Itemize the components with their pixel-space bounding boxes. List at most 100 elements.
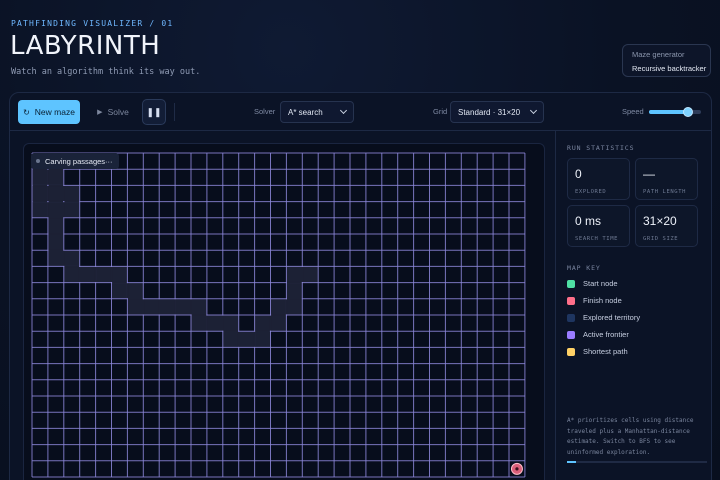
page-title: LABYRINTH	[10, 31, 161, 61]
grid-label: Grid	[433, 107, 448, 116]
carved-cell	[254, 331, 271, 348]
chevron-down-icon	[339, 106, 348, 115]
key-label: Start node	[583, 279, 618, 288]
key-swatch	[567, 279, 575, 288]
carved-cell	[47, 217, 64, 234]
stat-search-time: 0 ms SEARCH TIME	[567, 205, 630, 247]
maze-generator-card: Maze generator Recursive backtracker	[622, 44, 711, 77]
carved-cell	[79, 266, 96, 283]
carved-cell	[191, 298, 207, 315]
carved-cell	[95, 266, 112, 283]
solve-label: Solve	[107, 107, 129, 117]
key-finish-node: Finish node	[567, 296, 622, 305]
carved-cell	[47, 234, 64, 251]
solver-label: Solver	[254, 107, 276, 116]
carved-cell	[63, 266, 80, 283]
speed-slider-thumb[interactable]	[683, 107, 693, 117]
chevron-down-icon	[529, 106, 538, 115]
new-maze-button[interactable]: ↻ New maze	[18, 100, 80, 124]
speed-label: Speed	[622, 107, 644, 116]
stat-path-length: — PATH LENGTH	[635, 158, 698, 200]
visualizer-panel: ↻ New maze ▶ Solve ❚❚ Solver A* search G…	[9, 92, 712, 480]
stat-explored-label: EXPLORED	[575, 189, 607, 195]
key-active-frontier: Active frontier	[567, 330, 629, 339]
status-dot-icon	[36, 159, 40, 163]
carved-cell	[143, 298, 160, 315]
toolbar: ↻ New maze ▶ Solve ❚❚ Solver A* search G…	[10, 93, 711, 131]
grid-value: Standard · 31×20	[458, 107, 521, 117]
new-maze-label: New maze	[34, 107, 75, 117]
map-key-heading: MAP KEY	[567, 264, 601, 272]
side-panel: RUN STATISTICS 0 EXPLORED — PATH LENGTH …	[555, 131, 711, 480]
key-label: Shortest path	[583, 347, 628, 356]
stat-search-time-label: SEARCH TIME	[575, 236, 619, 242]
stat-grid-size: 31×20 GRID SIZE	[635, 205, 698, 247]
carved-cell	[47, 201, 64, 218]
stat-grid-size-label: GRID SIZE	[643, 236, 679, 242]
carved-cell	[32, 201, 48, 218]
key-label: Active frontier	[583, 330, 629, 339]
key-swatch	[567, 313, 575, 322]
finish-node-center	[515, 467, 519, 471]
note-progress-bar	[567, 461, 707, 463]
carved-cell	[238, 331, 255, 348]
carved-cell	[254, 315, 271, 332]
carved-cell	[63, 185, 80, 202]
carved-cell	[47, 185, 64, 202]
grid-select[interactable]: Standard · 31×20	[450, 101, 544, 123]
carved-cell	[111, 282, 128, 299]
pause-button[interactable]: ❚❚	[142, 99, 166, 125]
key-label: Explored territory	[583, 313, 641, 322]
solver-select[interactable]: A* search	[280, 101, 354, 123]
speed-slider[interactable]	[649, 107, 701, 117]
key-swatch	[567, 330, 575, 339]
refresh-icon: ↻	[23, 107, 30, 117]
key-shortest-path: Shortest path	[567, 347, 628, 356]
key-label: Finish node	[583, 296, 622, 305]
page-eyebrow: PATHFINDING VISUALIZER / 01	[11, 19, 174, 28]
carved-cell	[222, 331, 239, 348]
carved-cell	[286, 298, 303, 315]
carved-cell	[191, 315, 207, 332]
carved-cell	[47, 250, 64, 267]
key-explored-territory: Explored territory	[567, 313, 640, 322]
maze-grid[interactable]	[24, 144, 545, 480]
run-statistics-heading: RUN STATISTICS	[567, 144, 635, 152]
carved-cell	[159, 298, 176, 315]
stat-explored-value: 0	[575, 167, 582, 181]
key-swatch	[567, 296, 575, 305]
stat-path-length-label: PATH LENGTH	[643, 189, 687, 195]
carved-cell	[63, 201, 80, 218]
carved-cell	[32, 169, 48, 186]
note-progress-fill	[567, 461, 576, 463]
algorithm-note: A* prioritizes cells using distance trav…	[567, 417, 694, 456]
play-icon: ▶	[97, 109, 103, 116]
carved-cell	[47, 169, 64, 186]
carved-cell	[175, 298, 191, 315]
carved-cell	[63, 250, 80, 267]
stat-search-time-value: 0 ms	[575, 214, 602, 228]
carving-status-text: Carving passages···	[45, 156, 113, 166]
stat-explored: 0 EXPLORED	[567, 158, 630, 200]
maze-generator-label: Maze generator	[632, 50, 685, 59]
toolbar-divider	[174, 103, 175, 121]
carved-cell	[127, 282, 144, 299]
carved-cell	[270, 298, 287, 315]
maze-generator-value: Recursive backtracker	[632, 64, 707, 73]
stat-path-length-value: —	[643, 167, 655, 181]
carved-cell	[111, 266, 128, 283]
maze-canvas[interactable]: Carving passages···	[23, 143, 545, 480]
key-swatch	[567, 347, 575, 356]
carved-cell	[32, 185, 48, 202]
page-tagline: Watch an algorithm think its way out.	[11, 67, 201, 77]
solve-button[interactable]: ▶ Solve	[90, 100, 136, 124]
key-start-node: Start node	[567, 279, 618, 288]
pause-icon: ❚❚	[146, 106, 162, 117]
carved-cell	[127, 298, 144, 315]
carved-cell	[206, 315, 223, 332]
carving-status-badge: Carving passages···	[31, 153, 119, 169]
carved-cell	[222, 315, 239, 332]
solver-value: A* search	[288, 107, 323, 117]
carved-cell	[286, 282, 303, 299]
carved-cell	[302, 266, 319, 283]
